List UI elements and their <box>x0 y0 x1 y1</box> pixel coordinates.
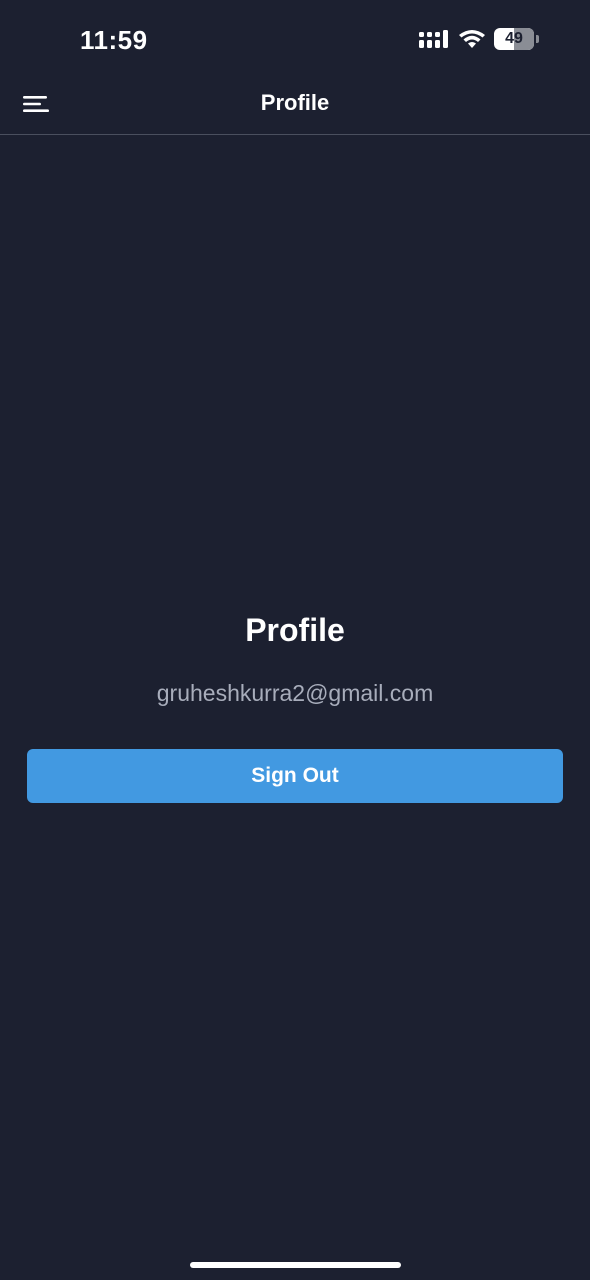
battery-level: 49 <box>505 30 523 47</box>
status-time: 11:59 <box>80 25 148 55</box>
profile-email: gruheshkurra2@gmail.com <box>156 680 434 706</box>
sign-out-button[interactable]: Sign Out <box>27 749 563 803</box>
signal-icon <box>419 30 448 48</box>
battery-body: 49 <box>494 28 534 50</box>
profile-heading: Profile <box>245 612 345 648</box>
home-indicator[interactable] <box>190 1262 401 1268</box>
nav-title: Profile <box>260 90 330 115</box>
status-bar: 11:59 49 <box>0 0 590 80</box>
wifi-icon <box>459 30 485 48</box>
nav-bar: Profile <box>0 72 590 135</box>
battery-icon: 49 <box>494 28 540 52</box>
